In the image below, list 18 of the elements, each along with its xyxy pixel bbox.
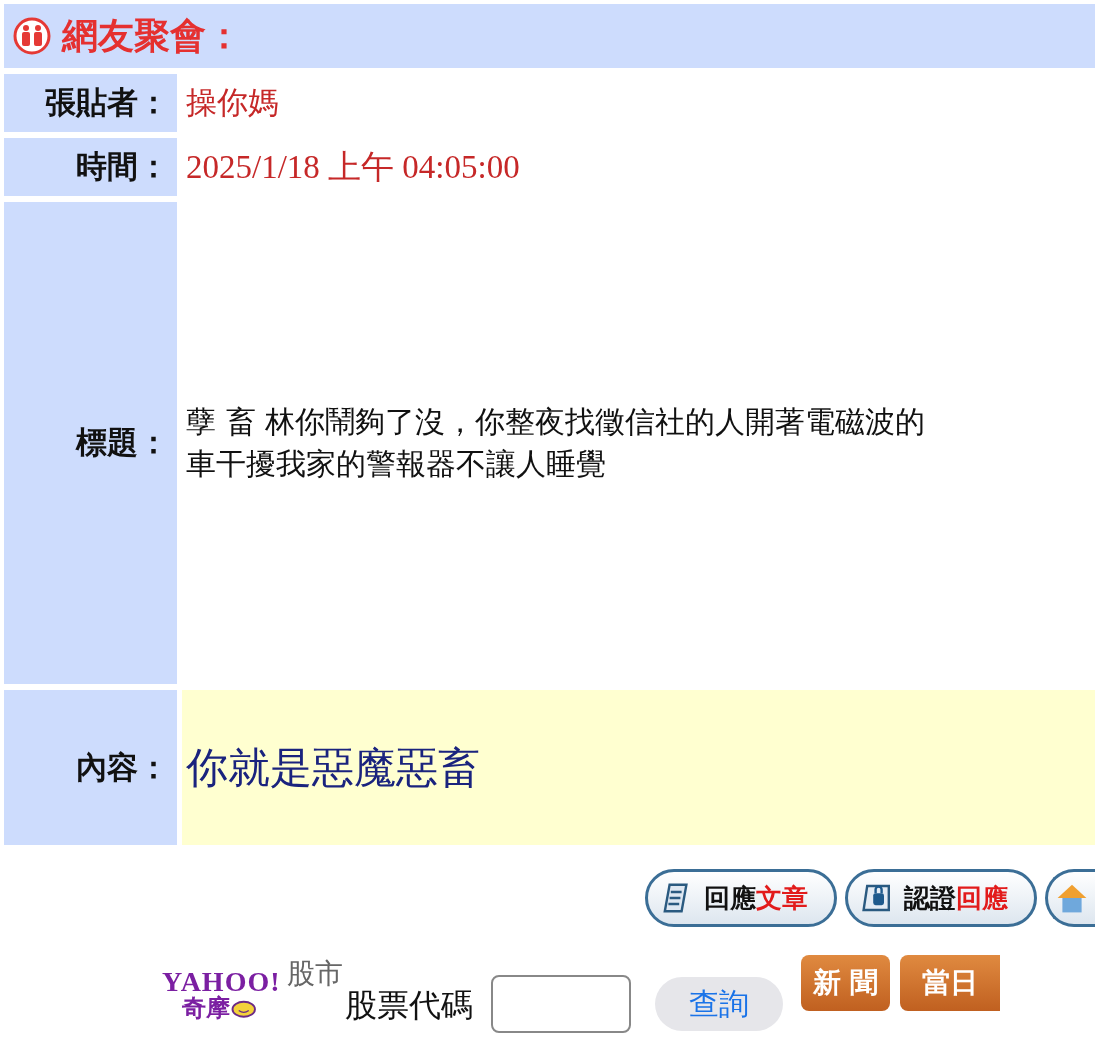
post-content: 你就是惡魔惡畜 <box>186 741 480 794</box>
field-value: 2025/1/18 上午 04:05:00 <box>185 147 521 187</box>
yahoo-logo[interactable]: YAHOO! 奇摩 <box>162 968 281 1020</box>
reply-button[interactable]: 回應文章 <box>645 869 837 927</box>
search-button[interactable]: 查詢 <box>654 977 783 1031</box>
field-label: 內容： <box>4 690 177 845</box>
section-title: 網友聚會： <box>62 13 242 58</box>
section-label: 股市 <box>286 956 343 992</box>
field-value: 孽 畜 林你鬧夠了沒，你整夜找徵信社的人開著電磁波的車干擾我家的警報器不讓人睡覺 <box>185 403 927 483</box>
field-label: 股票代碼 <box>344 985 473 1026</box>
people-icon <box>12 16 52 56</box>
home-button[interactable] <box>1045 869 1095 927</box>
stock-code-field[interactable] <box>490 975 631 1033</box>
field-value: 操你媽 <box>185 83 280 122</box>
field-label: 標題： <box>4 202 177 684</box>
field-label: 張貼者： <box>4 74 177 132</box>
field-label: 時間： <box>4 138 177 196</box>
verified-reply-button[interactable]: 認證回應 <box>845 869 1037 927</box>
